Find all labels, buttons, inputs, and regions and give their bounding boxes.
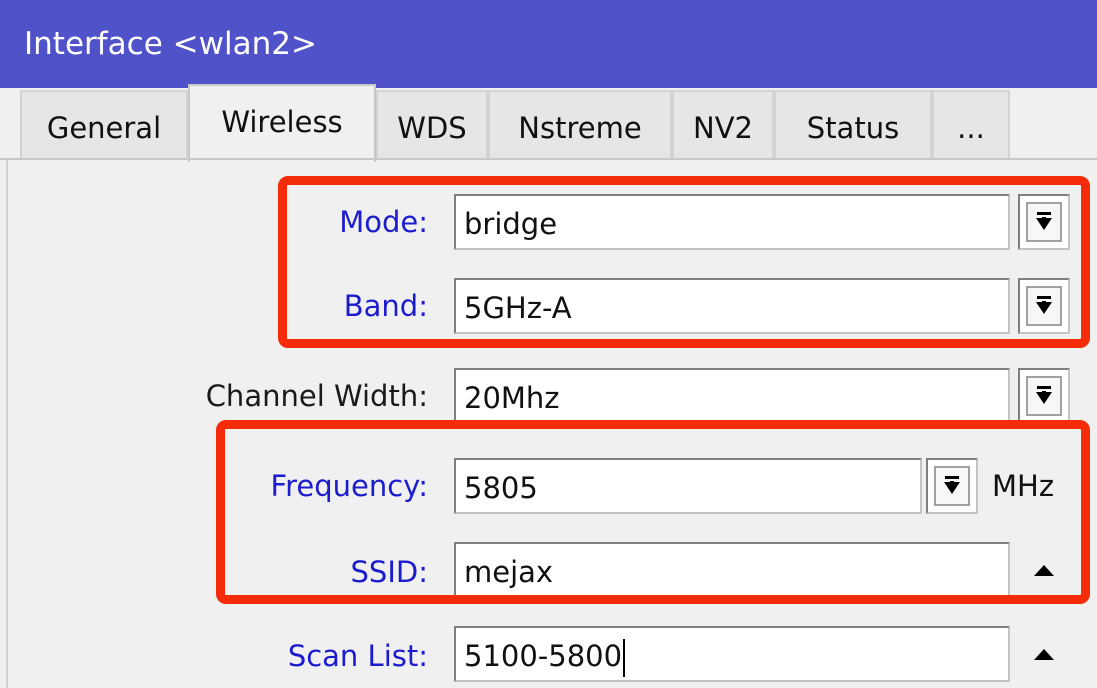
tab-label: General [46, 111, 162, 145]
tab-nv2[interactable]: NV2 [672, 90, 774, 160]
tab-general[interactable]: General [20, 90, 188, 160]
tab-wds[interactable]: WDS [376, 90, 488, 160]
tab-wireless[interactable]: Wireless [188, 84, 376, 162]
scan-list-value: 5100-5800 [464, 639, 623, 673]
tab-label: Status [806, 111, 900, 145]
tab-nstreme[interactable]: Nstreme [488, 90, 672, 160]
tab-underline [0, 158, 1097, 160]
tab-label: Nstreme [518, 111, 642, 145]
tab-label: ... [957, 111, 985, 145]
tab-bar: General Wireless WDS Nstreme NV2 Status … [0, 84, 1097, 162]
dropdown-arrow-icon [1026, 376, 1062, 416]
text-cursor [623, 639, 626, 677]
highlight-box-mode-band [278, 176, 1090, 348]
tab-label: Wireless [221, 105, 343, 139]
window-title: Interface <wlan2> [0, 0, 1097, 88]
scan-list-collapse-button[interactable] [1018, 626, 1070, 682]
tab-label: NV2 [693, 111, 753, 145]
scan-list-label: Scan List: [287, 639, 428, 673]
interface-dialog: Interface <wlan2> General Wireless WDS N… [0, 0, 1097, 688]
scan-list-input[interactable]: 5100-5800 [454, 626, 1010, 682]
up-arrow-icon [1034, 649, 1054, 660]
channel-width-dropdown-button[interactable] [1018, 368, 1070, 424]
tab-more[interactable]: ... [932, 90, 1010, 160]
channel-width-select[interactable]: 20Mhz [454, 368, 1010, 424]
highlight-box-frequency-ssid [216, 420, 1090, 604]
channel-width-label: Channel Width: [205, 379, 428, 413]
tab-status[interactable]: Status [774, 90, 932, 160]
tab-label: WDS [397, 111, 467, 145]
